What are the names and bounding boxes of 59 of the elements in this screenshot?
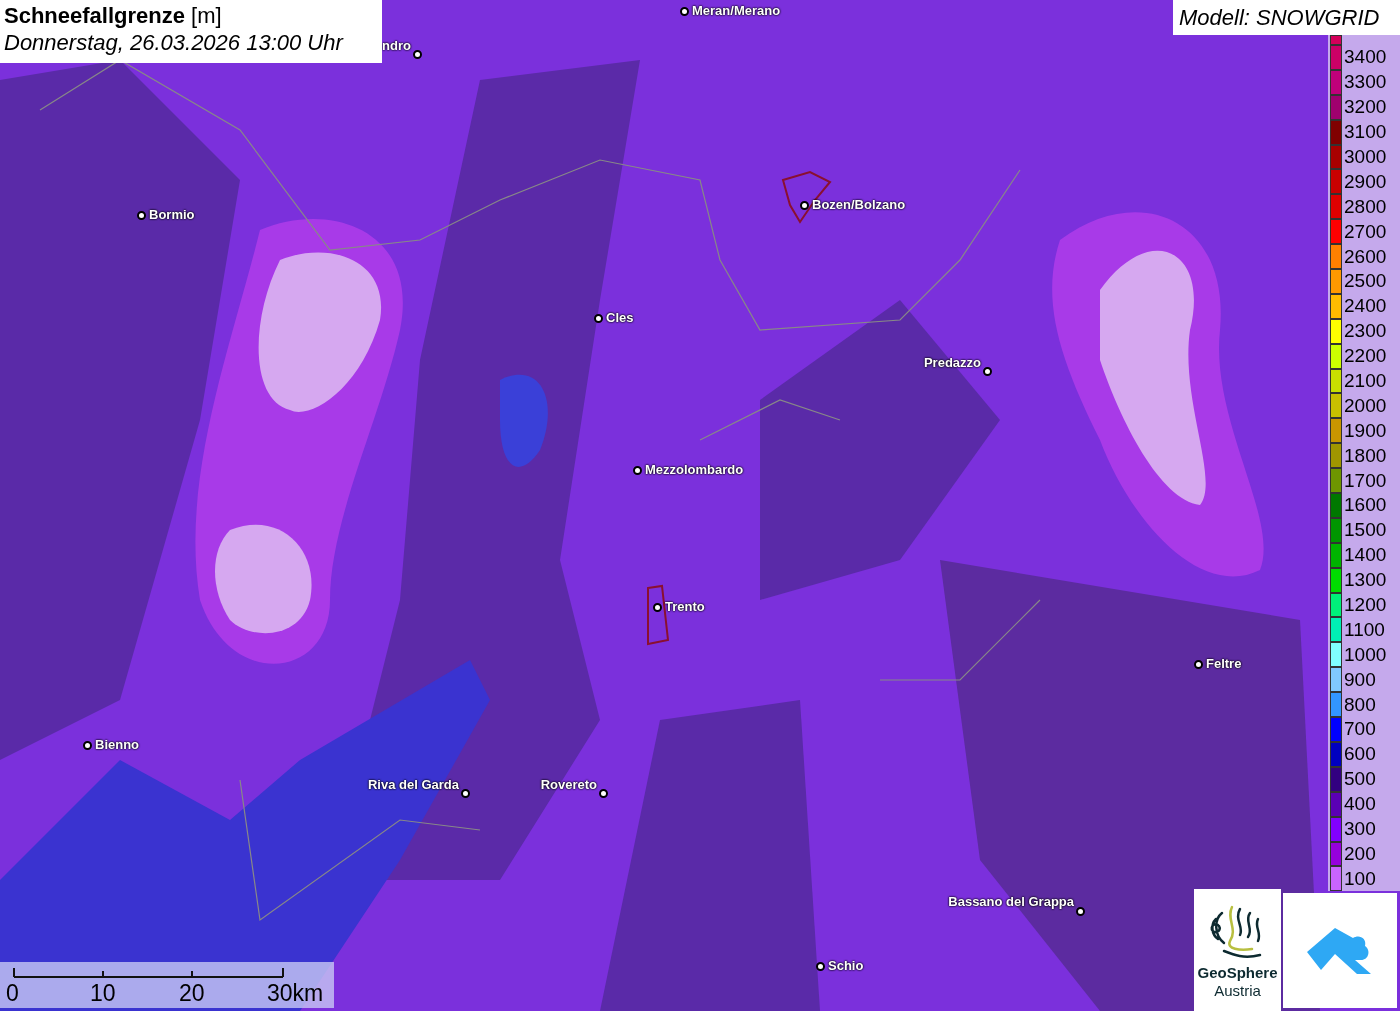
legend-label: 200 bbox=[1344, 842, 1376, 865]
legend-label: 2100 bbox=[1344, 370, 1387, 392]
scale-label: 0 bbox=[6, 980, 19, 1006]
logo-subtitle: Austria bbox=[1214, 982, 1261, 1000]
city-label: Meran/Merano bbox=[692, 3, 781, 18]
legend-label: 1600 bbox=[1344, 494, 1387, 517]
legend-label: 1700 bbox=[1344, 469, 1387, 492]
city-label: ndro bbox=[382, 38, 411, 53]
legend-swatch bbox=[1330, 35, 1342, 45]
legend-label: 3000 bbox=[1344, 146, 1387, 168]
legend-label: 1800 bbox=[1344, 444, 1387, 467]
city-label: Predazzo bbox=[923, 355, 981, 370]
scale-label: 20 bbox=[179, 980, 205, 1006]
legend-label: 1400 bbox=[1344, 544, 1387, 567]
legend-label: 400 bbox=[1344, 793, 1376, 816]
city-label: Feltre bbox=[1206, 656, 1242, 671]
legend-label: 3300 bbox=[1344, 71, 1387, 94]
legend-label: 3400 bbox=[1344, 46, 1387, 69]
city-label: Mezzolombardo bbox=[645, 462, 744, 477]
legend-label: 2000 bbox=[1344, 394, 1387, 417]
legend-label: 2800 bbox=[1344, 195, 1387, 218]
legend-label: 100 bbox=[1344, 867, 1376, 890]
scale-label: 30km bbox=[267, 980, 324, 1006]
city-label: Bassano del Grappa bbox=[948, 894, 1074, 909]
map-title: Schneefallgrenze [m] bbox=[4, 4, 223, 28]
city-label: Cles bbox=[606, 310, 634, 325]
legend-label: 2700 bbox=[1344, 220, 1387, 243]
legend-label: 2300 bbox=[1344, 320, 1387, 343]
legend-label: 2900 bbox=[1344, 170, 1387, 193]
legend-label: 1100 bbox=[1344, 618, 1385, 641]
city-label: Schio bbox=[828, 958, 864, 973]
model-label: Modell: SNOWGRID bbox=[1173, 0, 1400, 35]
city-label: Bormio bbox=[149, 207, 195, 222]
legend-label: 3100 bbox=[1344, 121, 1387, 144]
legend-label: 2200 bbox=[1344, 345, 1387, 368]
legend-label: 900 bbox=[1344, 668, 1376, 691]
city-label: Bozen/Bolzano bbox=[812, 197, 906, 212]
legend-label: 3200 bbox=[1344, 96, 1387, 119]
forecast-date: Donnerstag, 26.03.2026 13:00 Uhr bbox=[4, 29, 345, 57]
legend-label: 700 bbox=[1344, 718, 1376, 741]
legend-label: 1000 bbox=[1344, 643, 1387, 666]
legend-label: 600 bbox=[1344, 743, 1376, 766]
city-label: Trento bbox=[665, 599, 705, 614]
scale-label: 10 bbox=[90, 980, 116, 1006]
legend-label: 1900 bbox=[1344, 419, 1387, 442]
logo-name: GeoSphere bbox=[1197, 964, 1278, 982]
legend-label: 1300 bbox=[1344, 569, 1387, 592]
legend-label: 2600 bbox=[1344, 245, 1387, 268]
legend-label: 500 bbox=[1344, 768, 1376, 791]
legend-label: 1200 bbox=[1344, 594, 1387, 617]
legend-label: 1500 bbox=[1344, 519, 1387, 542]
city-label: Rovereto bbox=[540, 777, 597, 792]
mountain-cloud-icon bbox=[1307, 925, 1373, 976]
city-label: Bienno bbox=[95, 737, 140, 752]
legend-label: 2400 bbox=[1344, 295, 1387, 318]
legend-label: 300 bbox=[1344, 818, 1376, 841]
legend-label: 2500 bbox=[1344, 270, 1387, 293]
legend-label: 800 bbox=[1344, 693, 1376, 716]
city-label: Riva del Garda bbox=[367, 777, 459, 792]
